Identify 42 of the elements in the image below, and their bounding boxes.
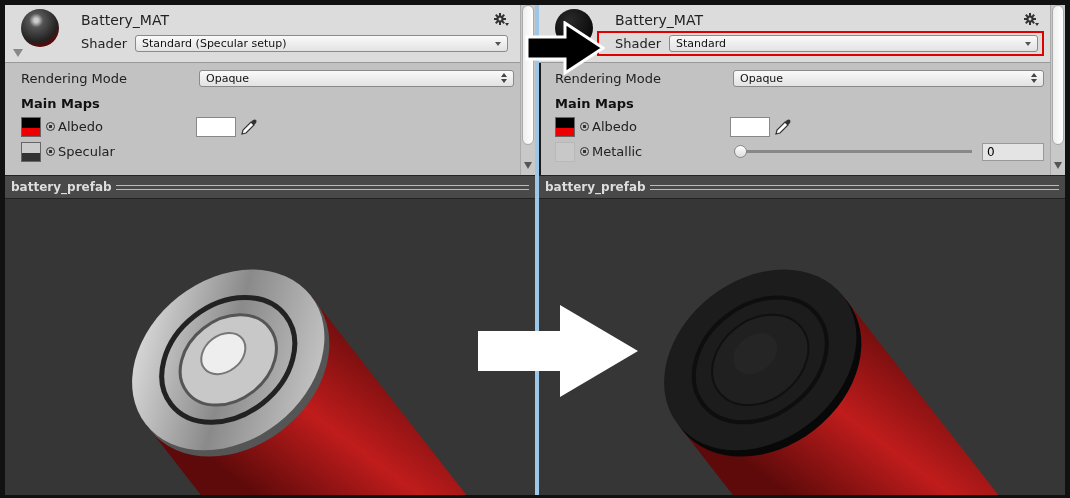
shader-label: Shader [81, 36, 128, 51]
settings-icon[interactable] [494, 13, 510, 27]
slider-thumb[interactable] [734, 145, 747, 158]
scrollbar[interactable] [1050, 5, 1065, 175]
property-label: Albedo [592, 119, 638, 134]
rendering-mode-dropdown[interactable]: Opaque [199, 69, 514, 87]
texture-thumbnail[interactable] [21, 116, 41, 137]
color-swatch[interactable] [730, 116, 770, 137]
right-arrow-icon [478, 305, 638, 397]
right-arrow-icon [525, 21, 605, 75]
object-picker-icon[interactable] [46, 147, 55, 156]
settings-icon[interactable] [1024, 13, 1040, 27]
rendering-mode-label: Rendering Mode [555, 70, 662, 86]
color-swatch[interactable] [196, 116, 236, 137]
property-label: Metallic [592, 144, 644, 159]
section-heading: Main Maps [555, 95, 635, 113]
material-name: Battery_MAT [615, 12, 703, 28]
eyedropper-icon[interactable] [240, 117, 258, 136]
foldout-arrow-icon[interactable] [13, 49, 23, 57]
texture-thumbnail[interactable] [21, 141, 41, 162]
caret-icon [1025, 41, 1031, 46]
shader-label: Shader [615, 36, 662, 51]
property-label: Specular [58, 144, 116, 159]
object-picker-icon[interactable] [580, 122, 589, 131]
caret-icon [495, 41, 501, 46]
shader-dropdown[interactable]: Standard [669, 35, 1038, 52]
object-picker-icon[interactable] [580, 147, 589, 156]
eyedropper-icon[interactable] [774, 117, 792, 136]
scrollbar[interactable] [520, 5, 535, 175]
up-down-caret-icon [501, 73, 507, 83]
section-heading: Main Maps [21, 95, 101, 113]
material-name: Battery_MAT [81, 12, 169, 28]
preview-title: battery_prefab [11, 180, 112, 194]
property-label: Albedo [58, 119, 104, 134]
rendering-mode-dropdown[interactable]: Opaque [733, 69, 1044, 87]
preview-title: battery_prefab [545, 180, 646, 194]
rendering-mode-label: Rendering Mode [21, 70, 128, 86]
object-picker-icon[interactable] [46, 122, 55, 131]
up-down-caret-icon [1031, 73, 1037, 83]
texture-thumbnail[interactable] [555, 116, 575, 137]
value-field[interactable]: 0 [982, 142, 1044, 161]
shader-dropdown[interactable]: Standard (Specular setup) [135, 35, 508, 52]
